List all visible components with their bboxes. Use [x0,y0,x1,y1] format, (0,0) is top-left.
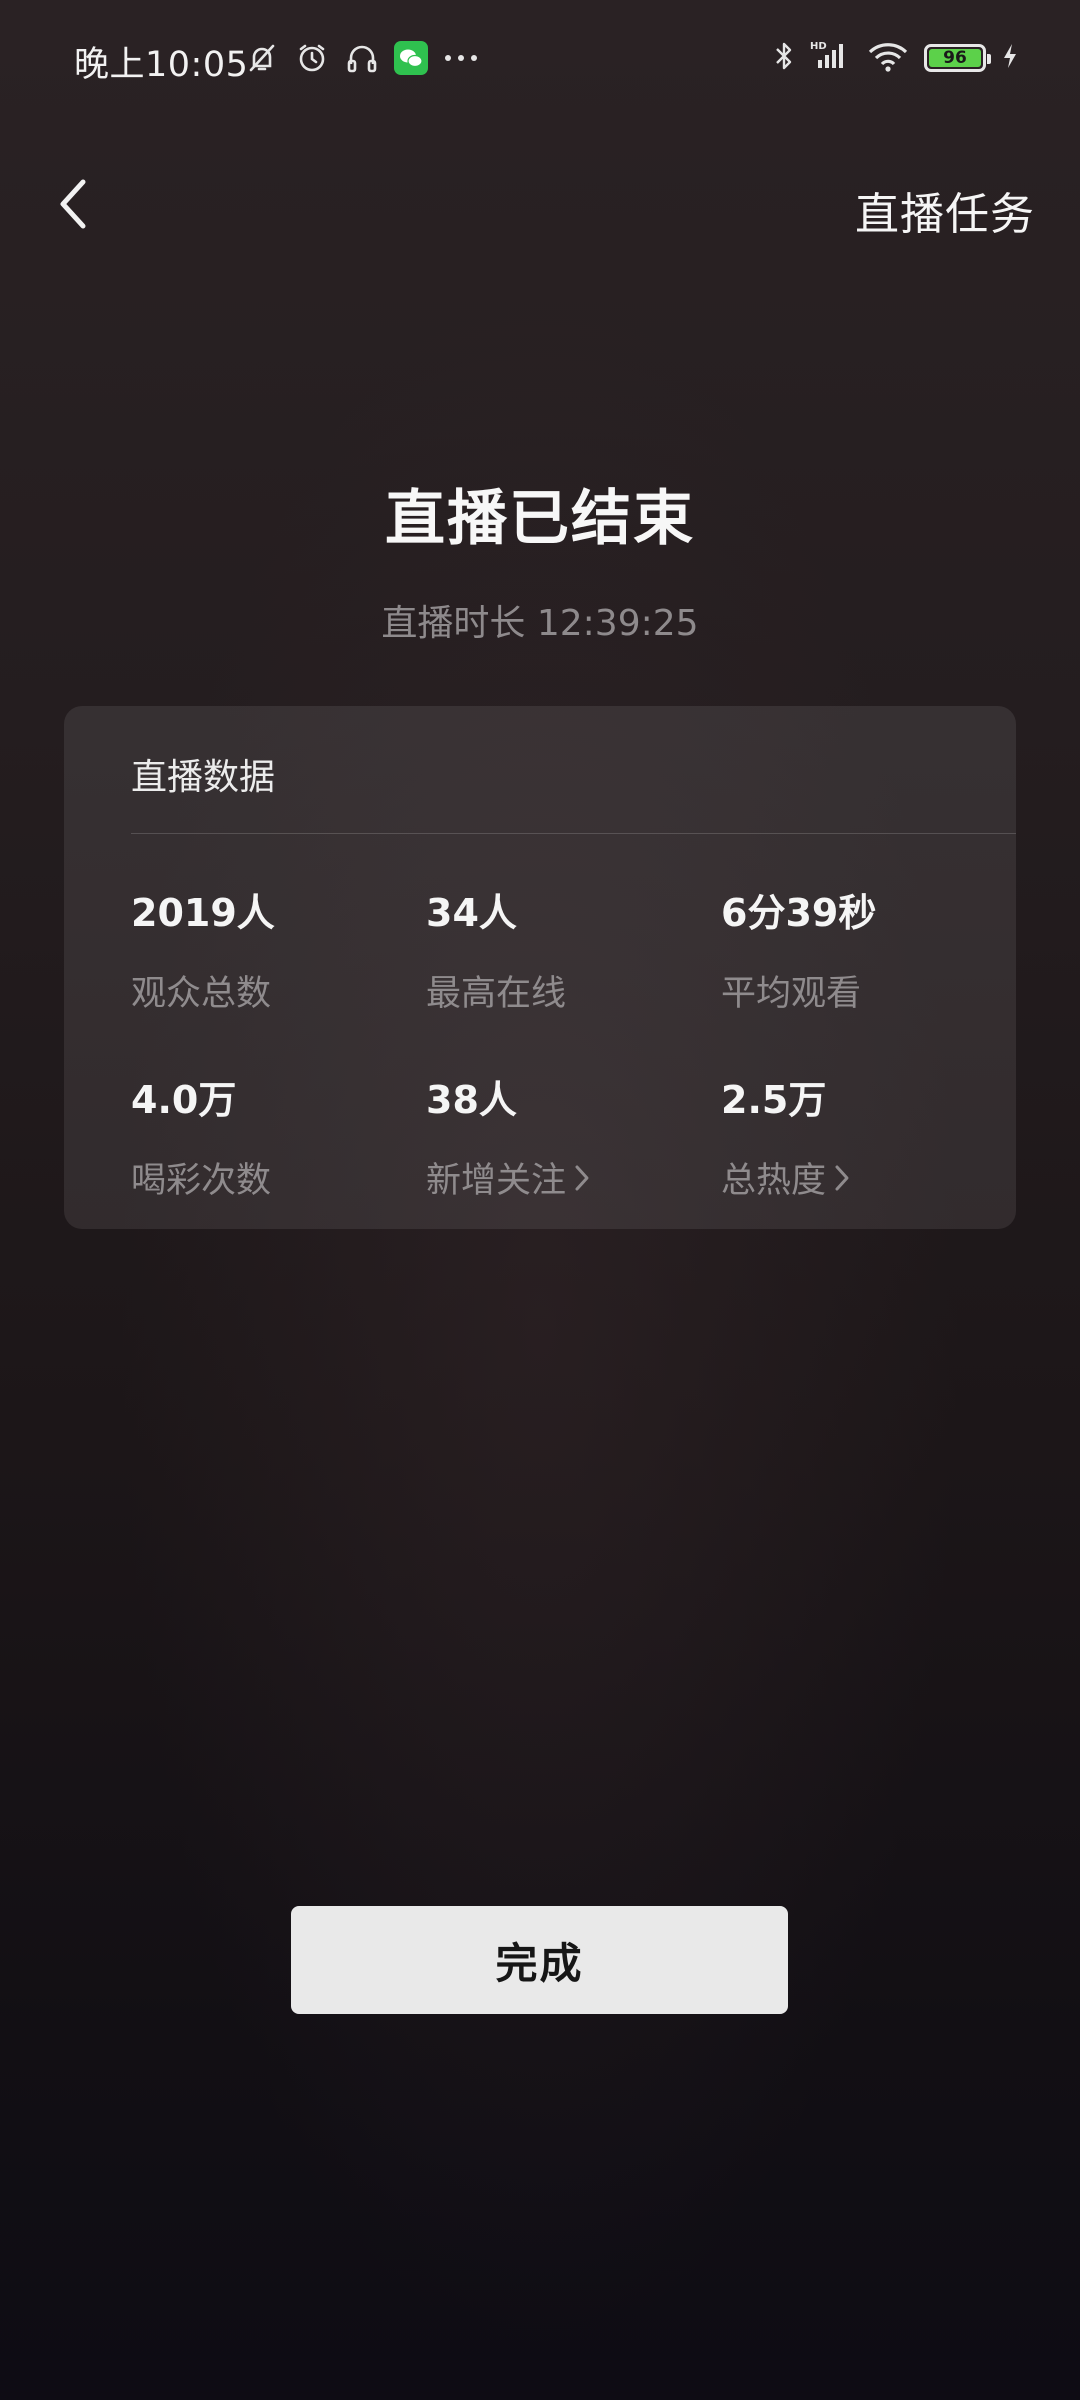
stat-value: 2.5万 [721,1078,827,1122]
chevron-left-icon [60,179,86,229]
stat-total-viewers: 2019人 观众总数 [131,882,421,1016]
status-right-icons: HD 96 [772,38,1020,78]
status-time: 晚上10:05 [74,45,249,85]
bluetooth-icon [772,38,796,78]
stat-label: 观众总数 [131,974,272,1014]
chevron-right-icon [575,1165,589,1190]
wechat-icon [394,41,428,75]
live-duration: 直播时长 12:39:25 [381,603,699,644]
battery-icon: 96 [924,44,991,72]
card-title: 直播数据 [131,757,276,798]
stat-label: 平均观看 [721,974,862,1014]
stat-value: 4.0万 [131,1078,237,1122]
charging-icon [1000,38,1020,78]
alarm-icon [294,40,330,76]
stat-new-followers[interactable]: 38人 新增关注 [426,1069,716,1203]
stat-label: 喝彩次数 [131,1161,272,1201]
stat-cheers: 4.0万 喝彩次数 [131,1069,421,1203]
stat-peak-online: 34人 最高在线 [426,882,716,1016]
battery-level: 96 [929,49,981,67]
hd-signal-icon: HD [810,38,852,78]
card-divider [131,833,1016,834]
more-dots-icon [442,40,480,76]
back-button[interactable] [52,176,96,232]
live-tasks-link[interactable]: 直播任务 [855,178,1035,242]
stat-value: 2019人 [131,891,275,935]
chevron-right-icon [835,1165,849,1190]
stat-label: 总热度 [721,1161,827,1201]
done-button[interactable]: 完成 [291,1906,788,2014]
stat-value: 38人 [426,1078,517,1122]
headphones-icon [344,40,380,76]
mute-bell-icon [244,40,280,76]
live-data-card: 直播数据 2019人 观众总数 34人 最高在线 6分39秒 平均观看 4.0万… [64,706,1016,1229]
status-bar: 晚上10:05 HD 96 [0,0,1080,120]
stat-avg-watch: 6分39秒 平均观看 [721,882,1011,1016]
stat-label: 最高在线 [426,974,567,1014]
svg-text:HD: HD [810,41,827,52]
wifi-icon [866,38,910,78]
status-left-icons [244,38,480,78]
stat-total-heat[interactable]: 2.5万 总热度 [721,1069,1011,1203]
stat-label: 新增关注 [426,1161,567,1201]
page-title: 直播已结束 [385,484,695,554]
stat-value: 34人 [426,891,517,935]
stat-value: 6分39秒 [721,891,877,935]
